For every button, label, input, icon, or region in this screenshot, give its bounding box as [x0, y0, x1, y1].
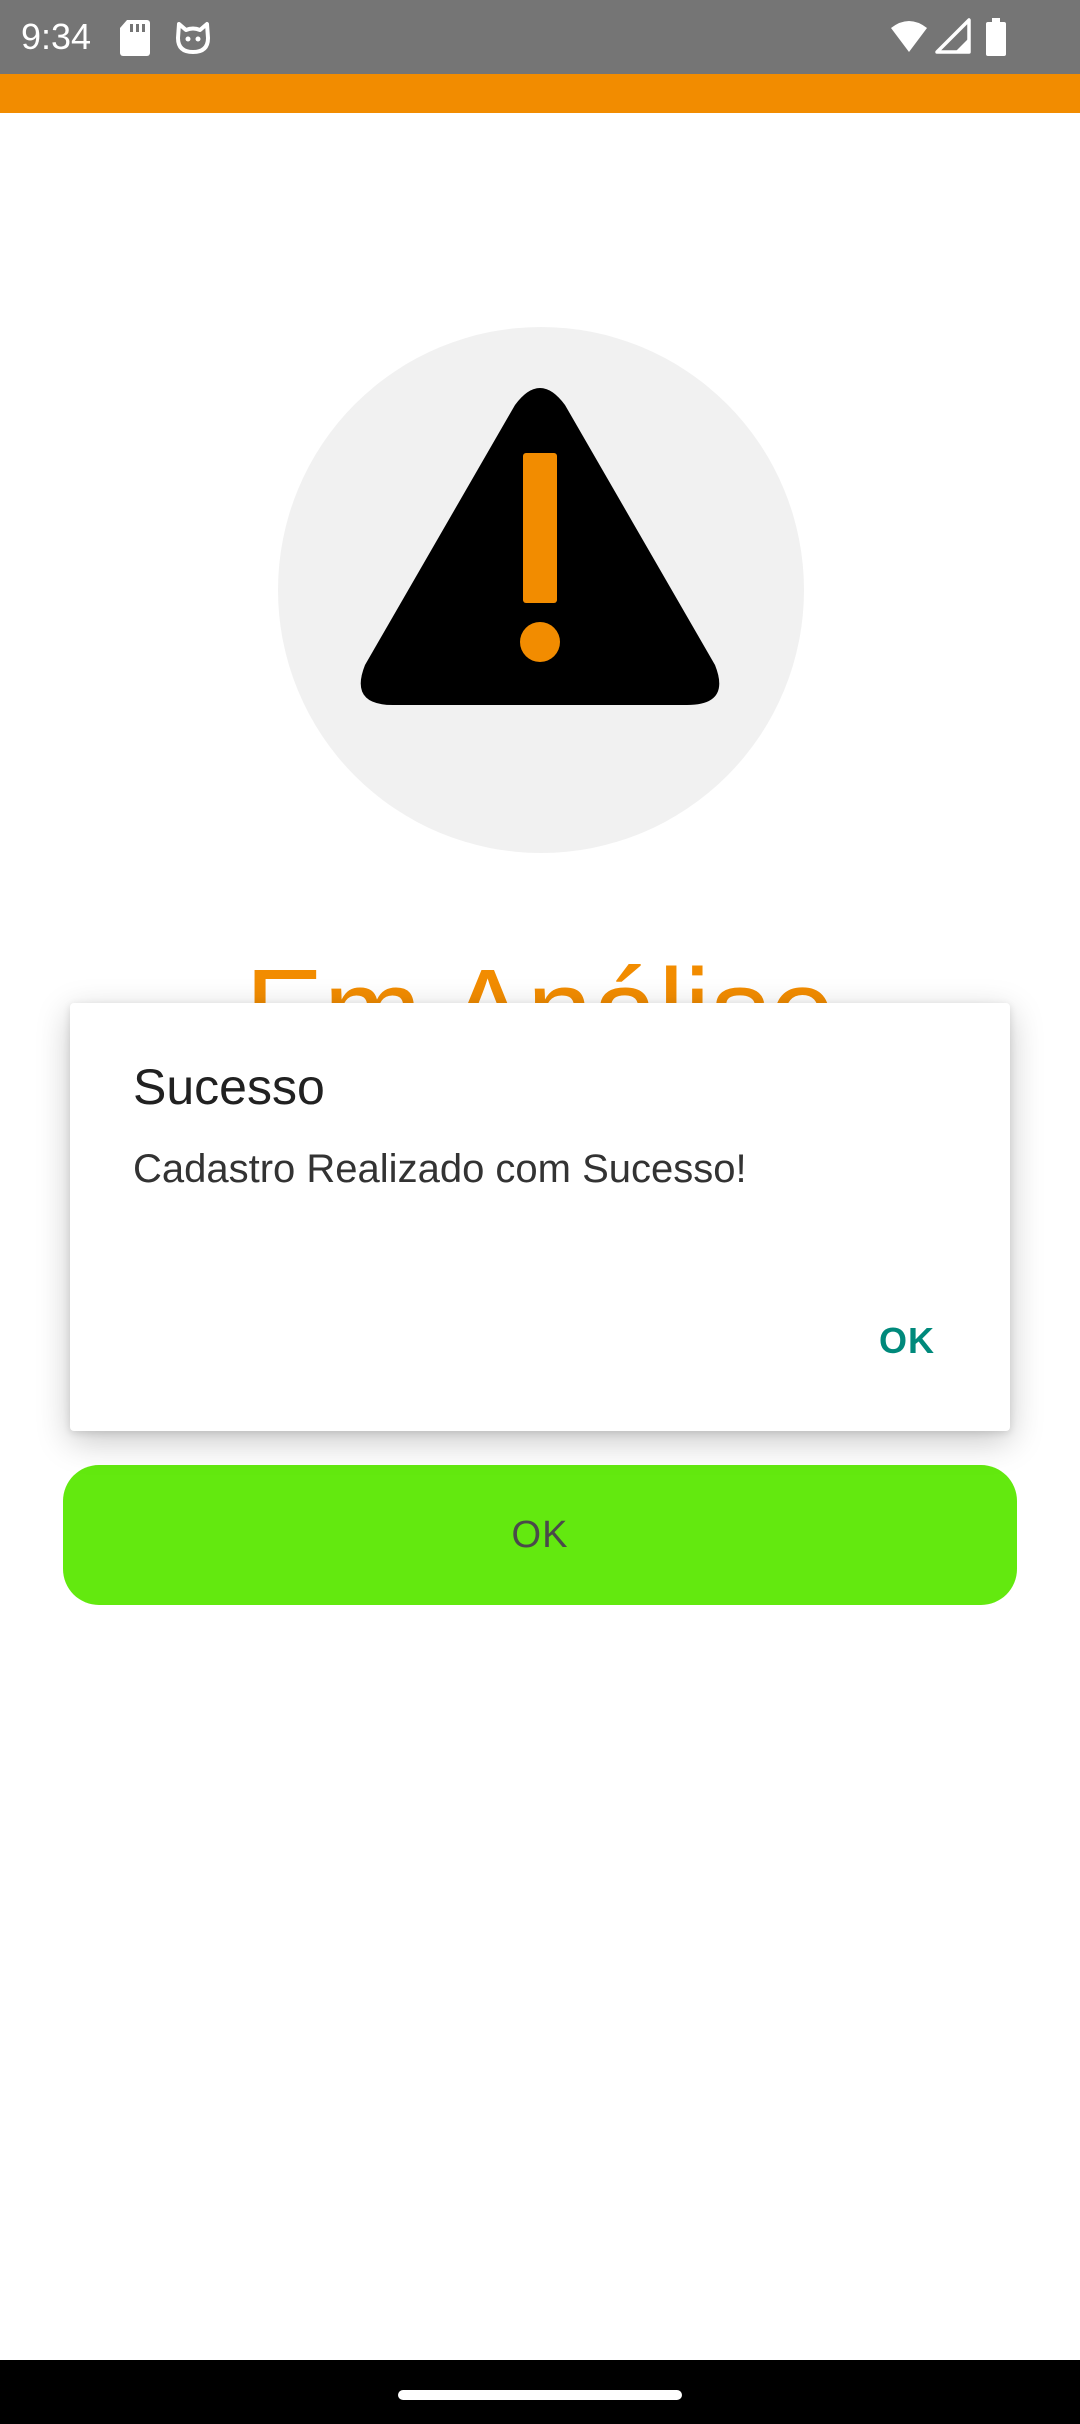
dialog-ok-button[interactable]: OK [852, 1303, 962, 1379]
success-dialog: Sucesso Cadastro Realizado com Sucesso! … [70, 1003, 1010, 1431]
signal-icon [935, 18, 971, 54]
screen: 9:34 Em Análise [0, 0, 1080, 2424]
cat-icon [176, 22, 210, 54]
main-ok-button[interactable]: OK [63, 1465, 1017, 1605]
warning-icon [360, 388, 720, 705]
dialog-message: Cadastro Realizado com Sucesso! [133, 1147, 747, 1191]
main-ok-label: OK [511, 1513, 569, 1556]
battery-icon [986, 18, 1006, 56]
home-gesture-handle[interactable] [398, 2390, 682, 2400]
app-bar-strip [0, 74, 1080, 113]
navigation-bar [0, 2360, 1080, 2424]
dialog-ok-label: OK [879, 1320, 935, 1361]
dialog-title: Sucesso [133, 1059, 325, 1115]
status-bar: 9:34 [0, 0, 1080, 74]
status-time: 9:34 [21, 16, 92, 57]
wifi-icon [891, 21, 927, 52]
sd-card-icon [120, 20, 150, 56]
